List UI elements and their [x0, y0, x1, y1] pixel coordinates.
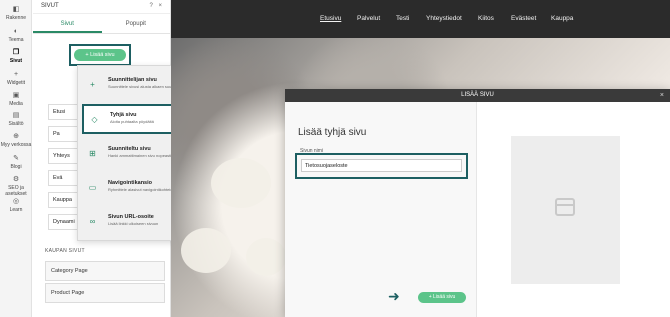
grid-icon: ⊞ [89, 149, 96, 158]
link-icon: ∞ [89, 217, 96, 226]
arrow-right-icon: ➜ [388, 288, 400, 304]
image-icon: ▣ [12, 92, 20, 99]
plus-icon: + [13, 71, 19, 78]
site-navigation: Etusivu Palvelut Testi Yhteystiedot Kiit… [171, 0, 670, 38]
nav-link-etusivu[interactable]: Etusivu [320, 15, 341, 22]
blank-page-icon: ◇ [91, 115, 98, 124]
plus-icon: + [90, 80, 95, 89]
flower-shape [246, 238, 286, 276]
page-preview-card [511, 136, 620, 284]
flower-shape [181, 228, 231, 273]
nav-link-palvelut[interactable]: Palvelut [357, 15, 380, 22]
blog-icon: ✎ [13, 155, 19, 162]
rail-item-learn[interactable]: ◎ Learn [0, 198, 32, 213]
learn-icon: ◎ [12, 198, 20, 205]
tab-sivut[interactable]: Sivut [33, 14, 102, 33]
modal-title: Lisää tyhjä sivu [298, 127, 367, 138]
page-name-input[interactable] [301, 159, 462, 172]
add-page-submit-button[interactable]: + Lisää sivu [418, 292, 466, 303]
flower-shape [211, 158, 271, 208]
nav-link-testi[interactable]: Testi [396, 15, 409, 22]
left-icon-rail: ◧ Rakenne ◐ Teema ❐ Sivut + Widgetit ▣ Media … [0, 0, 32, 317]
blank-page-icon [555, 198, 575, 216]
pages-icon: ❐ [12, 49, 20, 56]
panel-title: SIVUT [41, 3, 59, 9]
tab-popupit[interactable]: Popupit [102, 14, 171, 33]
close-icon[interactable]: × [660, 89, 664, 102]
layers-icon: ◧ [12, 6, 20, 13]
add-page-button[interactable]: + Lisää sivu [74, 49, 126, 61]
nav-link-evasteet[interactable]: Evästeet [511, 15, 536, 22]
store-icon: ⊕ [13, 133, 19, 140]
folder-icon: ▭ [88, 183, 97, 192]
close-icon[interactable]: × [158, 3, 164, 9]
rail-item-sisalto[interactable]: ▤ Sisältö [0, 112, 32, 127]
shop-page-item[interactable]: Product Page [45, 283, 165, 303]
add-page-highlight: + Lisää sivu [69, 44, 131, 66]
modal-header: LISÄÄ SIVU × [285, 89, 670, 102]
rail-item-widgetit[interactable]: + Widgetit [0, 71, 32, 86]
rail-item-sivut[interactable]: ❐ Sivut [0, 49, 32, 64]
settings-icon: ⚙ [12, 176, 20, 183]
palette-icon: ◐ [13, 28, 19, 35]
rail-item-media[interactable]: ▣ Media [0, 92, 32, 107]
rail-item-rakenne[interactable]: ◧ Rakenne [0, 6, 32, 21]
nav-link-yhteystiedot[interactable]: Yhteystiedot [426, 15, 462, 22]
rail-item-seo[interactable]: ⚙ SEO ja asetukset [0, 176, 32, 197]
add-page-modal: LISÄÄ SIVU × Lisää tyhjä sivu Sivun nimi… [285, 89, 670, 317]
content-icon: ▤ [12, 112, 20, 119]
shop-section-label: KAUPAN SIVUT [45, 248, 85, 254]
nav-link-kauppa[interactable]: Kauppa [551, 15, 573, 22]
panel-tabs: Sivut Popupit [33, 14, 170, 34]
rail-item-myy-verkossa[interactable]: ⊕ Myy verkossa [0, 133, 32, 148]
panel-header: SIVUT ? × [33, 0, 170, 14]
rail-item-teema[interactable]: ◐ Teema [0, 28, 32, 43]
page-name-highlight [295, 153, 468, 179]
nav-link-kiitos[interactable]: Kiitos [478, 15, 494, 22]
shop-page-item[interactable]: Category Page [45, 261, 165, 281]
help-icon[interactable]: ? [149, 3, 154, 9]
rail-item-blogi[interactable]: ✎ Blogi [0, 155, 32, 170]
modal-header-title: LISÄÄ SIVU [461, 92, 494, 98]
